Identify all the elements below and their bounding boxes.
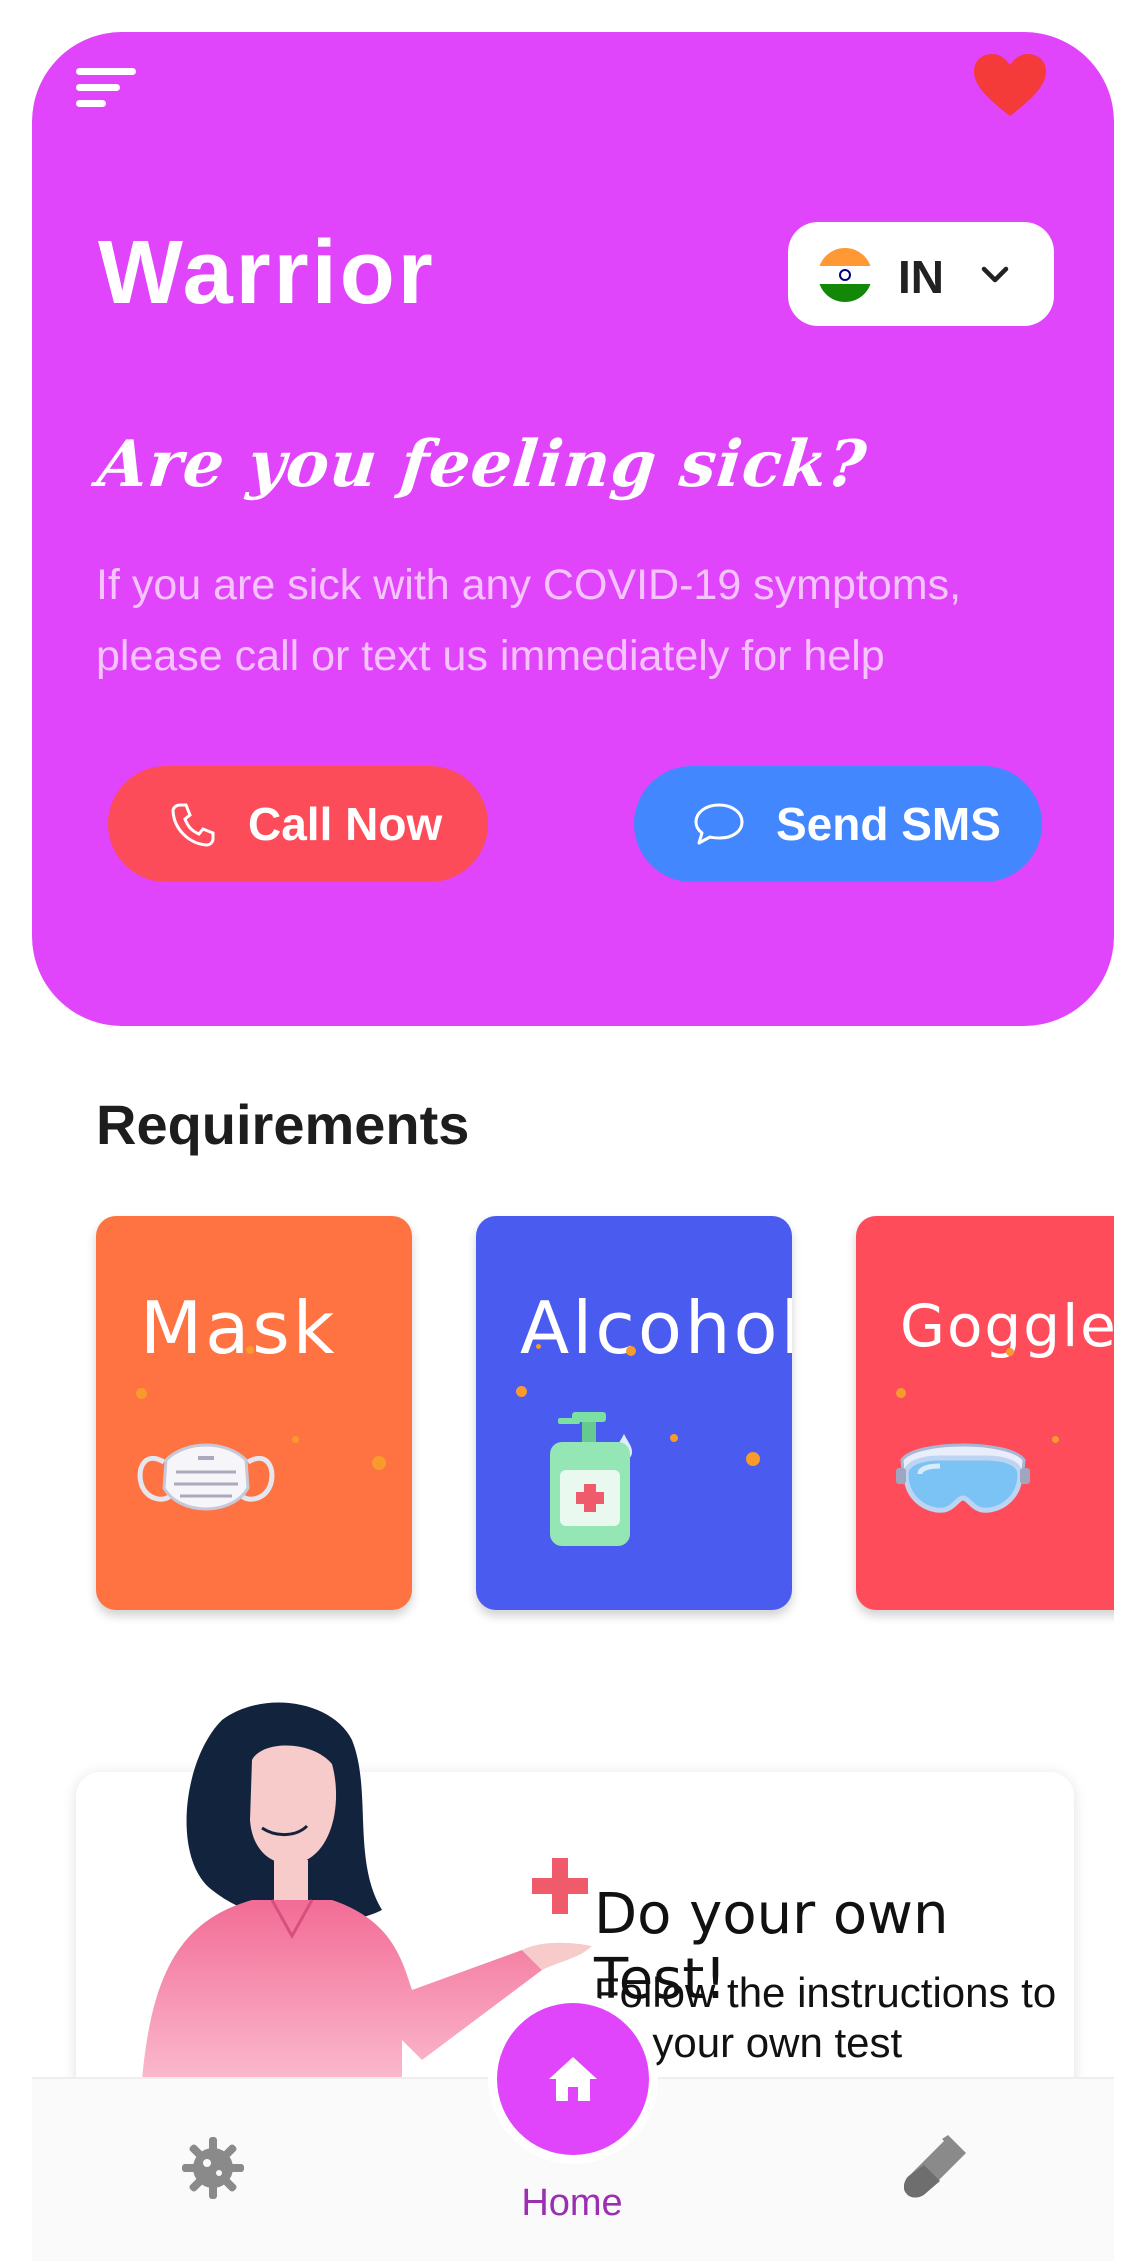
face-mask-icon — [137, 1443, 275, 1511]
app-title: Warrior — [98, 223, 436, 323]
country-selector[interactable]: IN — [788, 222, 1054, 326]
country-code: IN — [898, 251, 944, 303]
phone-icon — [171, 803, 215, 847]
tagline: Are you feeling sick? — [94, 427, 871, 502]
heart-icon[interactable] — [974, 54, 1046, 118]
requirements-heading: Requirements — [96, 1093, 470, 1156]
virus-icon[interactable] — [180, 2135, 246, 2201]
requirement-card-goggles[interactable]: Goggles — [856, 1216, 1114, 1610]
call-now-label: Call Now — [248, 798, 443, 850]
self-test-subtitle: Follow the instructions to do your own t… — [594, 1969, 1057, 2066]
india-flag-icon — [818, 248, 872, 302]
test-tube-icon[interactable] — [904, 2131, 970, 2201]
requirement-card-mask[interactable]: Mask — [96, 1216, 412, 1610]
chevron-down-icon — [981, 266, 1009, 283]
goggles-icon — [896, 1443, 1030, 1513]
send-sms-button[interactable]: Send SMS — [634, 766, 1042, 882]
medical-cross-icon — [532, 1858, 588, 1914]
home-icon — [549, 2057, 597, 2101]
requirement-label: Alcohol — [520, 1286, 792, 1370]
sanitizer-icon — [550, 1412, 632, 1546]
send-sms-label: Send SMS — [776, 798, 1001, 850]
home-nav-button[interactable] — [488, 1994, 658, 2164]
requirement-label: Mask — [140, 1286, 338, 1370]
menu-icon[interactable] — [76, 68, 138, 108]
app-screen: Warrior IN Are you feeling sick? If you … — [32, 0, 1114, 2261]
requirement-card-alcohol[interactable]: Alcohol — [476, 1216, 792, 1610]
description: If you are sick with any COVID-19 sympto… — [96, 561, 962, 680]
call-now-button[interactable]: Call Now — [108, 766, 488, 882]
hero-panel: Warrior IN Are you feeling sick? If you … — [32, 32, 1114, 1026]
nav-label-home[interactable]: Home — [502, 2182, 642, 2225]
chat-bubble-icon — [694, 803, 744, 845]
